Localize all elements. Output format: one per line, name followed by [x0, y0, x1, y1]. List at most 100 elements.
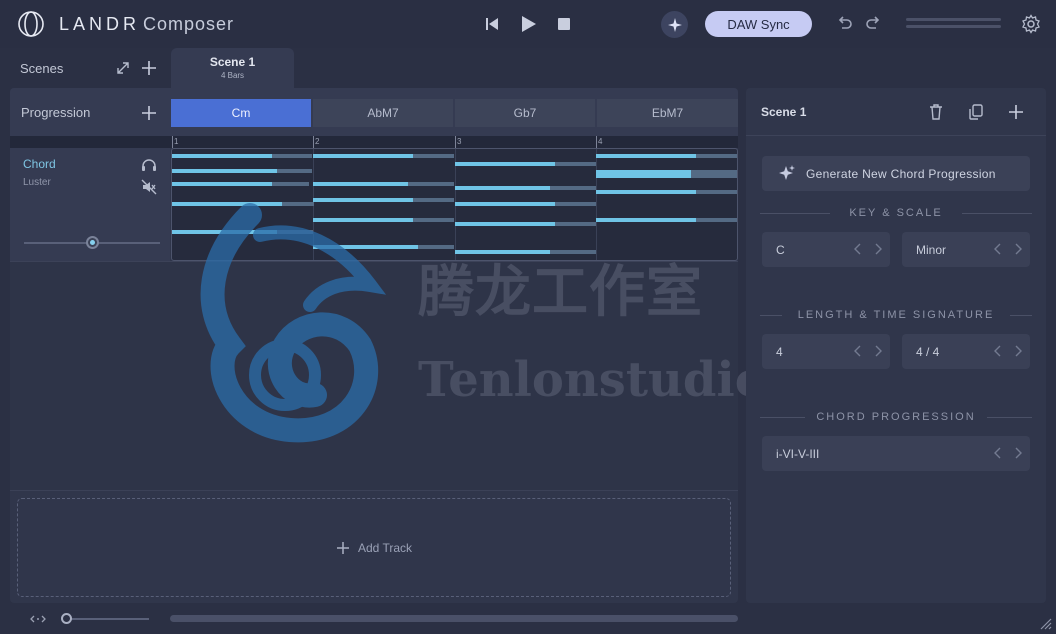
horizontal-scrollbar[interactable]	[170, 615, 738, 622]
chord-progression-selector[interactable]: i-VI-V-III	[762, 436, 1030, 471]
midi-note-tail	[413, 154, 454, 158]
chord-tab-2[interactable]: AbM7	[313, 99, 453, 127]
bar-number: 2	[315, 137, 320, 146]
chevron-right-icon[interactable]	[1014, 345, 1022, 357]
gear-icon[interactable]	[1021, 14, 1041, 34]
skip-back-icon[interactable]	[482, 14, 502, 34]
midi-note[interactable]	[313, 154, 413, 158]
bar-number: 3	[457, 137, 462, 146]
progression-header: Progression Cm AbM7 Gb7 EbM7	[10, 88, 738, 136]
length-selector[interactable]: 4	[762, 334, 890, 369]
track-header[interactable]: Chord Luster	[10, 148, 170, 261]
key-selector[interactable]: C	[762, 232, 890, 267]
chevron-right-icon[interactable]	[1014, 243, 1022, 255]
chord-progression-title: CHORD PROGRESSION	[760, 411, 1032, 423]
scale-selector[interactable]: Minor	[902, 232, 1030, 267]
chevron-left-icon[interactable]	[994, 345, 1002, 357]
redo-icon[interactable]	[864, 14, 882, 32]
chevron-right-icon[interactable]	[874, 345, 882, 357]
midi-note-tail	[696, 190, 737, 194]
track-instrument[interactable]: Luster	[23, 177, 51, 188]
sparkle-icon	[667, 17, 682, 32]
output-meter-left	[906, 18, 1001, 21]
midi-note[interactable]	[596, 190, 696, 194]
midi-note-tail	[696, 154, 737, 158]
chevron-right-icon[interactable]	[1014, 447, 1022, 459]
scene-settings-title: Scene 1	[761, 105, 807, 119]
midi-note[interactable]	[455, 202, 555, 206]
chevron-left-icon[interactable]	[854, 243, 862, 255]
length-value: 4	[776, 344, 783, 359]
plus-icon	[336, 541, 349, 554]
scene-tab-1[interactable]: Scene 1 4 Bars	[171, 48, 294, 89]
midi-note[interactable]	[172, 154, 272, 158]
watermark-dragon-logo	[200, 203, 387, 443]
key-scale-title: KEY & SCALE	[760, 207, 1032, 219]
generate-progression-button[interactable]: Generate New Chord Progression	[762, 156, 1030, 191]
watermark-text-cn: 腾龙工作室	[418, 259, 703, 325]
chord-tab-1[interactable]: Cm	[171, 99, 311, 127]
chevron-left-icon[interactable]	[994, 447, 1002, 459]
scene-settings-panel: Scene 1 Generate New Chord Progression K…	[746, 88, 1046, 603]
ai-assist-button[interactable]	[661, 11, 688, 38]
midi-note-tail	[691, 174, 737, 178]
add-scene-icon[interactable]	[140, 59, 158, 77]
chord-tab-3[interactable]: Gb7	[455, 99, 595, 127]
mute-icon[interactable]	[141, 179, 157, 195]
midi-note-tail	[555, 222, 596, 226]
sparkle-icon	[779, 165, 795, 180]
midi-note-tail	[696, 218, 737, 222]
midi-note-tail	[272, 154, 312, 158]
midi-note[interactable]	[172, 169, 277, 173]
time-signature-value: 4 / 4	[916, 344, 940, 359]
midi-note-tail	[272, 182, 309, 186]
daw-sync-button[interactable]: DAW Sync	[705, 11, 812, 37]
timeline-ruler[interactable]: 1 2 3 4	[10, 136, 738, 148]
add-icon[interactable]	[1007, 103, 1025, 121]
volume-slider-knob[interactable]	[85, 236, 99, 249]
bar-number: 4	[598, 137, 603, 146]
midi-note-tail	[555, 162, 596, 166]
scene-tab-subtitle: 4 Bars	[220, 71, 245, 80]
duplicate-icon[interactable]	[967, 103, 985, 121]
midi-note[interactable]	[596, 174, 691, 178]
scene-settings-header: Scene 1	[746, 88, 1046, 136]
chevron-left-icon[interactable]	[854, 345, 862, 357]
add-track-button[interactable]: Add Track	[17, 498, 731, 597]
trash-icon[interactable]	[927, 103, 945, 121]
headphones-icon[interactable]	[141, 158, 157, 172]
track-name[interactable]: Chord	[23, 157, 56, 171]
horizontal-zoom-icon	[30, 615, 46, 623]
chord-tab-4[interactable]: EbM7	[597, 99, 738, 127]
midi-note-tail	[413, 218, 454, 222]
product-name: Composer	[143, 14, 235, 34]
key-value: C	[776, 242, 785, 257]
play-icon[interactable]	[518, 14, 538, 34]
midi-note[interactable]	[596, 218, 696, 222]
stop-icon[interactable]	[554, 14, 574, 34]
midi-note-tail	[408, 182, 454, 186]
midi-note-tail	[277, 169, 312, 173]
landr-logo-icon	[18, 11, 44, 37]
midi-note[interactable]	[313, 182, 408, 186]
bar-number: 1	[174, 137, 179, 146]
zoom-slider-knob[interactable]	[61, 613, 72, 624]
output-meter-right	[906, 25, 1001, 28]
scenes-label: Scenes	[20, 61, 64, 76]
midi-note[interactable]	[455, 186, 550, 190]
add-track-label: Add Track	[357, 540, 413, 555]
midi-note-tail	[413, 198, 454, 202]
zoom-slider-track[interactable]	[66, 618, 149, 620]
midi-note[interactable]	[455, 222, 555, 226]
add-chord-icon[interactable]	[140, 104, 158, 122]
chevron-left-icon[interactable]	[994, 243, 1002, 255]
midi-note[interactable]	[172, 182, 272, 186]
midi-note[interactable]	[596, 154, 696, 158]
time-signature-selector[interactable]: 4 / 4	[902, 334, 1030, 369]
midi-note[interactable]	[455, 162, 555, 166]
top-bar: LANDR Composer DAW Sync	[0, 0, 1056, 48]
expand-icon[interactable]	[115, 60, 131, 76]
undo-icon[interactable]	[836, 14, 854, 32]
resize-grip-icon[interactable]	[1036, 614, 1052, 630]
chevron-right-icon[interactable]	[874, 243, 882, 255]
